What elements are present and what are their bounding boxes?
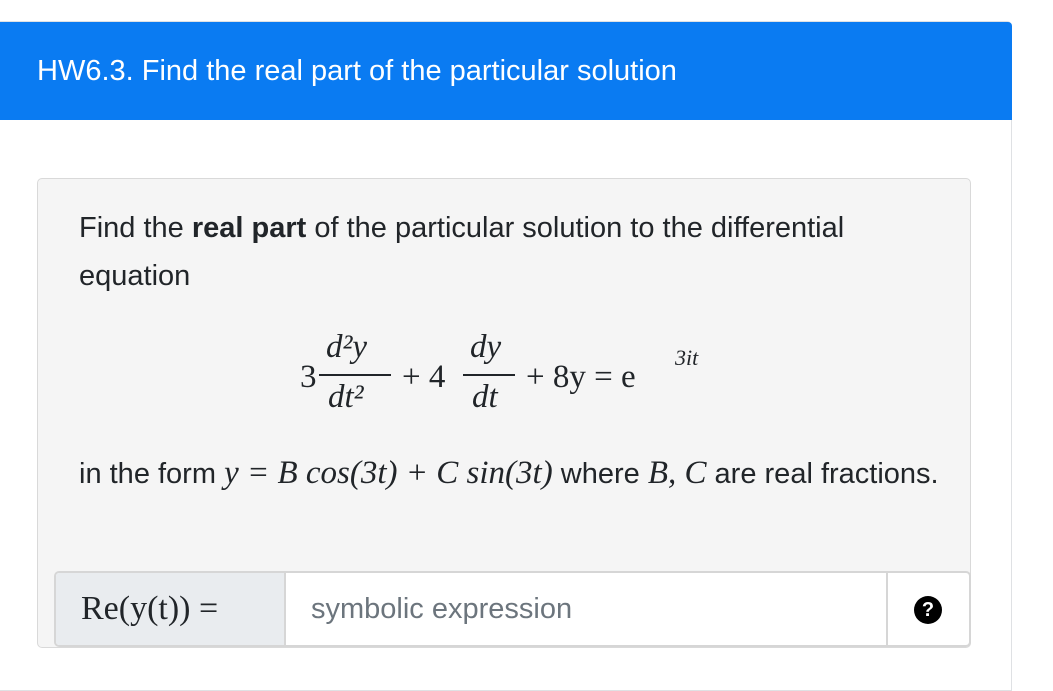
question-prompt: Find the real part of the particular sol… (79, 204, 939, 300)
form-text-end: are real fractions. (706, 458, 939, 490)
question-header: HW6.3. Find the real part of the particu… (0, 22, 1012, 120)
form-math-vars: B, C (647, 455, 707, 491)
question-body: Find the real part of the particular sol… (37, 178, 971, 648)
question-circle-icon[interactable]: ? (914, 596, 942, 624)
equation-frac2-denominator: dt (472, 379, 498, 415)
answer-input[interactable] (286, 573, 888, 645)
question-card: HW6.3. Find the real part of the particu… (0, 21, 1012, 691)
answer-input-group: Re(y(t)) = ? (54, 571, 971, 647)
equation-frac1-denominator: dt² (328, 379, 364, 415)
prompt-text-start: Find the (79, 212, 192, 244)
form-math: y = B cos(3t) + C sin(3t) (224, 455, 553, 491)
answer-form-instructions: in the form y = B cos(3t) + C sin(3t) wh… (79, 449, 939, 498)
form-text-mid: where (552, 458, 648, 490)
question-title: HW6.3. Find the real part of the particu… (37, 55, 677, 87)
prompt-bold-text: real part (191, 212, 307, 244)
equation-exponent: 3it (675, 345, 699, 370)
equation-coefficient: 3 (300, 359, 317, 395)
equation-frac1-bar (319, 374, 391, 376)
equation-plus-term: + 4 (402, 359, 446, 395)
equation-frac2-bar (463, 374, 515, 376)
equation-rhs: + 8y = e (526, 359, 636, 395)
form-text-start: in the form (79, 458, 225, 490)
equation-frac1-numerator: d²y (326, 329, 368, 365)
answer-label: Re(y(t)) = (56, 573, 286, 645)
equation-frac2-numerator: dy (470, 329, 502, 365)
